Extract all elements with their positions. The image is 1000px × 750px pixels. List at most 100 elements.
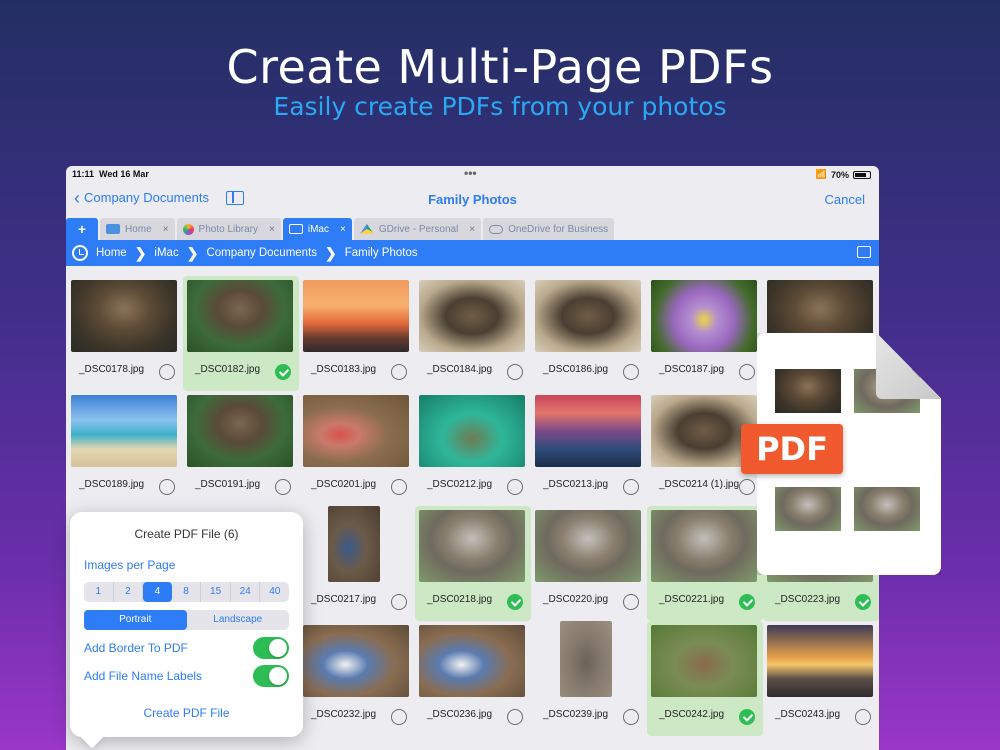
tab-onedrive[interactable]: OneDrive for Business	[483, 218, 615, 240]
grid-item[interactable]: _DSC0236.jpg	[415, 621, 531, 736]
grid-item[interactable]: _DSC0201.jpg	[299, 391, 415, 506]
orientation-portrait[interactable]: Portrait	[84, 610, 187, 630]
photo-thumbnail	[651, 510, 757, 582]
orientation-landscape[interactable]: Landscape	[187, 610, 290, 630]
add-border-toggle[interactable]	[253, 637, 289, 659]
option-1[interactable]: 1	[84, 582, 114, 602]
grid-item[interactable]: _DSC0182.jpg	[183, 276, 299, 391]
select-circle-icon[interactable]	[623, 479, 639, 495]
wifi-icon: 📶	[815, 169, 827, 179]
select-circle-icon[interactable]	[391, 594, 407, 610]
grid-item[interactable]: _DSC0239.jpg	[531, 621, 647, 736]
grid-item[interactable]: _DSC0221.jpg	[647, 506, 763, 621]
grid-item[interactable]: _DSC0184.jpg	[415, 276, 531, 391]
select-circle-icon[interactable]	[855, 709, 871, 725]
checkmark-icon[interactable]	[855, 594, 871, 610]
grid-item[interactable]: _DSC0220.jpg	[531, 506, 647, 621]
gdrive-icon	[359, 224, 374, 234]
checkmark-icon[interactable]	[739, 709, 755, 725]
grid-item[interactable]: _DSC0189.jpg	[67, 391, 183, 506]
option-2[interactable]: 2	[114, 582, 144, 602]
nav-title: Family Photos	[428, 192, 517, 207]
images-per-page-segmented-control: 1 2 4 8 15 24 40	[84, 582, 289, 602]
grid-item[interactable]: _DSC0212.jpg	[415, 391, 531, 506]
grid-item[interactable]: _DSC0187.jpg	[647, 276, 763, 391]
select-circle-icon[interactable]	[507, 364, 523, 380]
tab-home[interactable]: Home ×	[100, 218, 175, 240]
status-right: 📶 70%	[816, 169, 871, 180]
grid-item[interactable]: _DSC0242.jpg	[647, 621, 763, 736]
photo-thumbnail	[187, 395, 293, 467]
photo-thumbnail	[419, 395, 525, 467]
option-8[interactable]: 8	[172, 582, 202, 602]
file-name: _DSC0183.jpg	[311, 364, 377, 375]
select-circle-icon[interactable]	[623, 709, 639, 725]
breadcrumb-item-imac[interactable]: iMac	[154, 247, 178, 259]
screen-icon[interactable]	[857, 246, 871, 258]
file-name: _DSC0187.jpg	[659, 364, 725, 375]
add-border-label: Add Border To PDF	[84, 641, 188, 655]
breadcrumb-item-company-documents[interactable]: Company Documents	[206, 247, 317, 259]
grid-item[interactable]: _DSC0232.jpg	[299, 621, 415, 736]
tab-gdrive[interactable]: GDrive - Personal ×	[353, 218, 482, 240]
select-circle-icon[interactable]	[391, 709, 407, 725]
folder-icon	[106, 224, 120, 234]
grid-item[interactable]: _DSC0186.jpg	[531, 276, 647, 391]
grid-item[interactable]: _DSC0213.jpg	[531, 391, 647, 506]
grid-item[interactable]: _DSC0218.jpg	[415, 506, 531, 621]
tab-label: Photo Library	[198, 223, 259, 235]
select-circle-icon[interactable]	[507, 479, 523, 495]
close-icon[interactable]: ×	[469, 224, 475, 235]
photo-thumbnail	[419, 625, 525, 697]
pdf-mini-photo	[775, 487, 841, 531]
history-icon[interactable]	[72, 245, 88, 261]
select-circle-icon[interactable]	[391, 479, 407, 495]
select-circle-icon[interactable]	[275, 479, 291, 495]
checkmark-icon[interactable]	[507, 594, 523, 610]
select-circle-icon[interactable]	[739, 364, 755, 380]
grid-item[interactable]: _DSC0243.jpg	[763, 621, 879, 736]
breadcrumb-item-home[interactable]: Home	[96, 247, 127, 259]
photos-icon	[182, 223, 194, 235]
select-circle-icon[interactable]	[507, 709, 523, 725]
breadcrumb-item-family-photos[interactable]: Family Photos	[345, 247, 418, 259]
grid-item[interactable]: _DSC0217.jpg	[299, 506, 415, 621]
option-4[interactable]: 4	[143, 582, 172, 602]
tab-label: GDrive - Personal	[378, 223, 459, 235]
checkmark-icon[interactable]	[275, 364, 291, 380]
option-24[interactable]: 24	[231, 582, 261, 602]
create-pdf-button[interactable]: Create PDF File	[70, 706, 303, 720]
add-labels-toggle[interactable]	[253, 665, 289, 687]
tab-label: iMac	[307, 223, 329, 235]
hero-title: Create Multi-Page PDFs	[226, 40, 774, 94]
file-name: _DSC0191.jpg	[195, 479, 261, 490]
tab-photo-library[interactable]: Photo Library ×	[176, 218, 281, 240]
checkmark-icon[interactable]	[739, 594, 755, 610]
grid-item[interactable]: _DSC0191.jpg	[183, 391, 299, 506]
select-circle-icon[interactable]	[159, 364, 175, 380]
grid-item[interactable]: _DSC0178.jpg	[67, 276, 183, 391]
cloud-icon	[489, 224, 504, 234]
file-name: _DSC0223.jpg	[775, 594, 841, 605]
photo-thumbnail	[303, 395, 409, 467]
tab-imac[interactable]: iMac ×	[282, 218, 352, 240]
multitasking-dots-icon[interactable]: •••	[464, 166, 477, 180]
option-15[interactable]: 15	[201, 582, 231, 602]
select-circle-icon[interactable]	[739, 479, 755, 495]
close-icon[interactable]: ×	[269, 224, 275, 235]
select-circle-icon[interactable]	[159, 479, 175, 495]
chevron-right-icon: ❯	[134, 244, 147, 261]
grid-item[interactable]: _DSC0183.jpg	[299, 276, 415, 391]
create-pdf-popover: Create PDF File (6) Images per Page 1 2 …	[70, 512, 303, 737]
select-circle-icon[interactable]	[391, 364, 407, 380]
select-circle-icon[interactable]	[623, 364, 639, 380]
close-icon[interactable]: ×	[163, 224, 169, 235]
file-name: _DSC0243.jpg	[775, 709, 841, 720]
close-icon[interactable]: ×	[340, 224, 346, 235]
option-40[interactable]: 40	[260, 582, 289, 602]
select-circle-icon[interactable]	[623, 594, 639, 610]
status-time: 11:11 Wed 16 Mar	[72, 169, 149, 179]
cancel-button[interactable]: Cancel	[825, 192, 865, 207]
add-tab-button[interactable]: +	[66, 218, 98, 240]
file-name: _DSC0178.jpg	[79, 364, 145, 375]
